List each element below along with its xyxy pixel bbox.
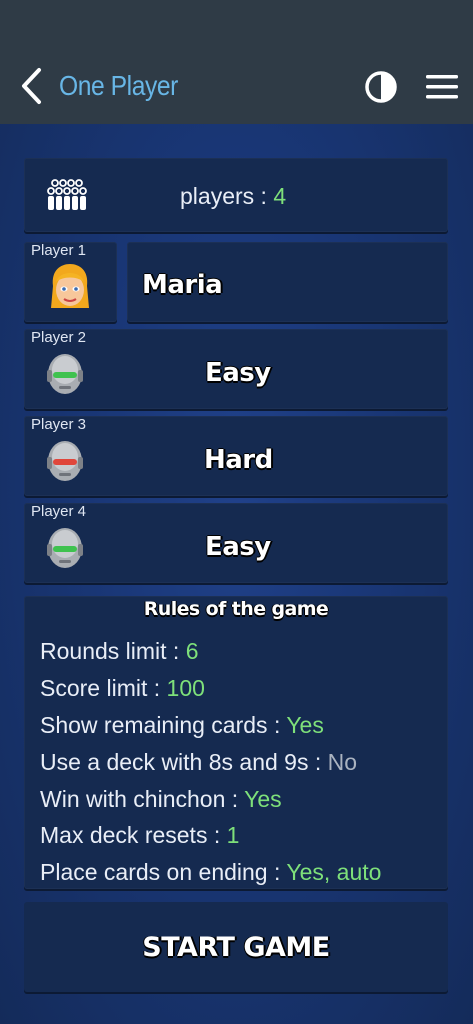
robot-green-icon	[47, 528, 83, 568]
start-game-label: START GAME	[142, 931, 330, 963]
player-3-name: Hard	[204, 445, 273, 475]
robot-green-icon	[47, 354, 83, 394]
rule-win-with-chinchon: Win with chinchon : Yes	[40, 786, 282, 812]
player-1-label: Player 1	[31, 242, 87, 259]
players-count-value: 4	[273, 183, 287, 209]
hamburger-menu-icon[interactable]	[424, 72, 460, 102]
rule-score-limit: Score limit : 100	[40, 675, 205, 701]
player-2-label: Player 2	[31, 329, 87, 346]
top-bar: One Player	[0, 0, 473, 124]
page-title: One Player	[59, 70, 178, 101]
rule-place-cards-on-ending: Place cards on ending : Yes, auto	[40, 859, 382, 885]
player-4-name: Easy	[205, 532, 271, 562]
girl-avatar-icon	[51, 264, 89, 308]
start-game-button[interactable]: START GAME	[24, 902, 448, 992]
rule-deck-8s-9s: Use a deck with 8s and 9s : No	[40, 749, 358, 775]
robot-red-icon	[47, 441, 83, 481]
rules-title: Rules of the game	[143, 598, 329, 620]
chevron-left-icon	[22, 68, 41, 104]
back-button[interactable]	[14, 66, 48, 106]
players-count-label: players :	[180, 183, 274, 209]
group-icon	[47, 179, 87, 210]
rule-max-deck-resets: Max deck resets : 1	[40, 822, 240, 848]
rule-show-remaining-cards: Show remaining cards : Yes	[40, 712, 324, 738]
player-1-name: Maria	[142, 270, 223, 300]
rule-rounds-limit: Rounds limit : 6	[40, 638, 199, 664]
player-2-name: Easy	[205, 358, 271, 388]
players-count-text: players : 4	[180, 183, 286, 210]
player-3-label: Player 3	[31, 416, 87, 433]
contrast-icon[interactable]	[364, 70, 398, 104]
player-4-label: Player 4	[31, 503, 87, 520]
